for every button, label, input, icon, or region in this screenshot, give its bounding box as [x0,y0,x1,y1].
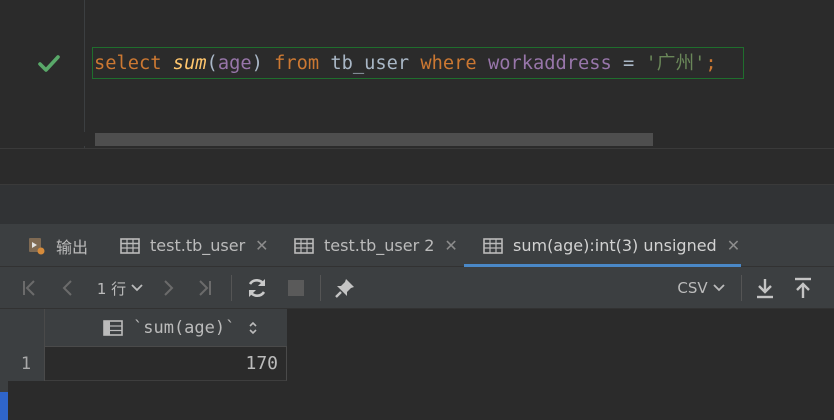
sql-column: workaddress [487,53,612,74]
tab-output[interactable]: 输出 [28,224,88,267]
sql-semicolon: ; [705,53,717,74]
rows-count-label: 1 行 [96,279,127,298]
next-page-icon[interactable] [157,267,181,309]
sql-keyword: select [94,53,162,74]
toolbar-separator [741,275,742,301]
table-icon [294,237,314,254]
editor-bottom-area [0,148,834,184]
first-page-icon[interactable] [16,267,42,309]
sql-column: age [217,53,252,74]
tab-sum-age[interactable]: sum(age):int(3) unsigned ✕ [483,224,740,267]
rows-per-page-dropdown[interactable]: 1 行 [92,267,148,309]
chevron-down-icon [712,284,725,292]
toolbar-separator [231,275,232,301]
upload-icon[interactable] [790,267,816,309]
last-page-icon[interactable] [192,267,218,309]
sql-operator: = [622,53,635,74]
pin-icon[interactable] [331,267,359,309]
sql-paren: ( [206,53,218,74]
editor-scrollbar-thumb[interactable] [95,133,653,146]
sql-statement[interactable]: select sum(age) from tb_user where worka… [94,51,717,77]
column-icon [103,320,123,336]
close-icon[interactable]: ✕ [255,236,268,255]
sql-keyword: where [420,53,477,74]
table-cell[interactable]: 170 [45,347,287,381]
stop-icon[interactable] [284,267,308,309]
close-icon[interactable]: ✕ [444,236,457,255]
column-header-label: `sum(age)` [133,318,236,338]
tab-test-tb-user-2[interactable]: test.tb_user 2 ✕ [294,224,458,267]
tab-label: test.tb_user 2 [324,236,435,255]
export-format-dropdown[interactable]: CSV [672,267,730,309]
output-icon [29,237,45,254]
refresh-icon[interactable] [243,267,271,309]
gutter-divider [84,0,85,148]
previous-page-icon[interactable] [55,267,79,309]
sql-paren: ) [251,53,263,74]
table-icon [120,237,140,254]
results-toolbar: 1 行 CSV [0,267,834,309]
chevron-down-icon [131,284,143,292]
check-icon [38,55,60,72]
sql-table: tb_user [330,53,410,74]
panel-splitter[interactable] [0,184,834,224]
close-icon[interactable]: ✕ [727,236,740,255]
sql-keyword: from [274,53,320,74]
row-number-header [8,309,45,347]
results-tab-bar: 输出 test.tb_user ✕ test.tb_user 2 ✕ sum(a… [0,224,834,267]
row-number[interactable]: 1 [8,347,45,381]
left-panel-selection [0,392,8,420]
download-icon[interactable] [752,267,778,309]
table-icon [483,237,503,254]
tab-label: test.tb_user [150,236,246,255]
tab-test-tb-user[interactable]: test.tb_user ✕ [120,224,269,267]
toolbar-separator [320,275,321,301]
sql-string: '广州' [645,53,706,74]
export-format-label: CSV [677,279,708,297]
tab-label: sum(age):int(3) unsigned [513,236,717,255]
sql-function: sum [172,53,207,74]
tab-label: 输出 [56,237,89,257]
sort-icon[interactable] [248,321,258,335]
column-header-sum-age[interactable]: `sum(age)` [45,309,287,347]
